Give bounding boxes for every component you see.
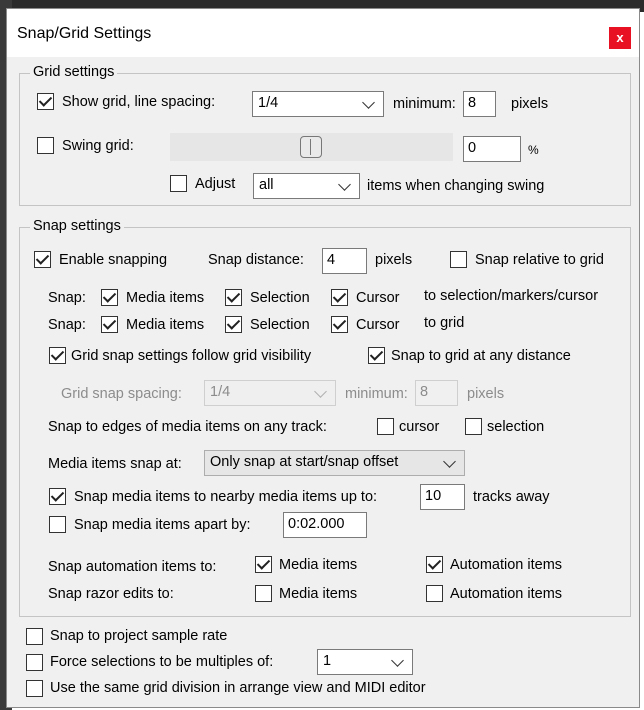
media-items-snap-at-label: Media items snap at: xyxy=(48,456,182,472)
snap-edges-selection-checkbox[interactable] xyxy=(465,418,482,435)
line-spacing-value: 1/4 xyxy=(258,95,279,111)
grid-snap-spacing-label: Grid snap spacing: xyxy=(61,386,182,402)
show-grid-checkbox[interactable] xyxy=(37,93,54,110)
snap-distance-input[interactable]: 4 xyxy=(322,248,367,274)
razor-automation-items-checkbox[interactable] xyxy=(426,585,443,602)
swing-percent-label: % xyxy=(528,143,539,157)
snap-apart-checkbox[interactable] xyxy=(49,516,66,533)
line-spacing-dropdown[interactable]: 1/4 xyxy=(252,91,384,117)
adjust-items-dropdown[interactable]: all xyxy=(253,173,360,199)
enable-snapping-checkbox[interactable] xyxy=(34,251,51,268)
swing-slider[interactable] xyxy=(170,133,453,161)
snap-sample-rate-checkbox[interactable] xyxy=(26,628,43,645)
grid-minimum-input[interactable]: 8 xyxy=(463,91,496,117)
razor-automation-items-label: Automation items xyxy=(450,586,563,602)
adjust-suffix-label: items when changing swing xyxy=(367,178,545,194)
grid-media-items-checkbox[interactable] xyxy=(101,316,118,333)
grid-cursor-label: Cursor xyxy=(356,317,400,333)
snap-relative-grid-checkbox[interactable] xyxy=(450,251,467,268)
grid-minimum-label: minimum: xyxy=(393,96,456,112)
swing-grid-checkbox[interactable] xyxy=(37,137,54,154)
snap-settings-legend: Snap settings xyxy=(30,218,124,234)
snap-automation-label: Snap automation items to: xyxy=(48,559,217,575)
follow-grid-visibility-label: Grid snap settings follow grid visibilit… xyxy=(71,348,312,364)
snap-grid-dialog: Snap/Grid Settings x Grid settings Show … xyxy=(6,8,640,708)
snap-media-items-checkbox[interactable] xyxy=(101,289,118,306)
show-grid-label: Show grid, line spacing: xyxy=(62,94,216,110)
snap-media-items-label: Media items xyxy=(126,290,205,306)
grid-snap-min-label: minimum: xyxy=(345,386,408,402)
grid-settings-legend: Grid settings xyxy=(30,64,118,80)
snap-nearby-label: Snap media items to nearby media items u… xyxy=(74,489,378,505)
snap-relative-grid-label: Snap relative to grid xyxy=(475,252,604,268)
grid-media-items-label: Media items xyxy=(126,317,205,333)
snap-sample-rate-label: Snap to project sample rate xyxy=(50,628,228,644)
snap-row-suffix: to selection/markers/cursor xyxy=(424,288,599,304)
chevron-down-icon xyxy=(314,385,327,398)
enable-snapping-label: Enable snapping xyxy=(59,252,168,268)
force-multiples-checkbox[interactable] xyxy=(26,654,43,671)
adjust-label: Adjust xyxy=(195,176,236,192)
razor-media-items-checkbox[interactable] xyxy=(255,585,272,602)
snap-nearby-checkbox[interactable] xyxy=(49,488,66,505)
snap-apart-label: Snap media items apart by: xyxy=(74,517,251,533)
snap-apart-input[interactable]: 0:02.000 xyxy=(283,512,367,538)
same-grid-division-checkbox[interactable] xyxy=(26,680,43,697)
chevron-down-icon xyxy=(391,654,404,667)
media-items-snap-at-dropdown[interactable]: Only snap at start/snap offset xyxy=(204,450,465,476)
swing-slider-thumb[interactable] xyxy=(300,136,322,158)
close-button[interactable]: x xyxy=(609,27,631,49)
same-grid-division-label: Use the same grid division in arrange vi… xyxy=(50,680,426,696)
media-items-snap-at-value: Only snap at start/snap offset xyxy=(210,454,399,470)
snap-nearby-tracks-input[interactable]: 10 xyxy=(420,484,465,510)
grid-cursor-checkbox[interactable] xyxy=(331,316,348,333)
snap-row-prefix: Snap: xyxy=(48,290,86,306)
grid-pixels-label: pixels xyxy=(511,96,549,112)
title-bar: Snap/Grid Settings x xyxy=(7,9,639,57)
automation-automation-items-label: Automation items xyxy=(450,557,563,573)
swing-value-input[interactable]: 0 xyxy=(463,136,521,162)
window-title: Snap/Grid Settings xyxy=(17,25,152,42)
razor-media-items-label: Media items xyxy=(279,586,358,602)
snap-edges-cursor-checkbox[interactable] xyxy=(377,418,394,435)
snap-row-prefix: Snap: xyxy=(48,317,86,333)
chevron-down-icon xyxy=(443,455,456,468)
adjust-checkbox[interactable] xyxy=(170,175,187,192)
tracks-away-label: tracks away xyxy=(473,489,550,505)
snap-selection-label: Selection xyxy=(250,290,310,306)
snap-razor-label: Snap razor edits to: xyxy=(48,586,174,602)
grid-snap-min-input[interactable]: 8 xyxy=(415,380,458,406)
snap-cursor-label: Cursor xyxy=(356,290,400,306)
grid-snap-pixels: pixels xyxy=(467,386,505,402)
snap-distance-pixels: pixels xyxy=(375,252,413,268)
swing-grid-label: Swing grid: xyxy=(62,138,134,154)
snap-row-suffix: to grid xyxy=(424,315,465,331)
snap-edges-label: Snap to edges of media items on any trac… xyxy=(48,419,327,435)
any-distance-label: Snap to grid at any distance xyxy=(391,348,571,364)
automation-automation-items-checkbox[interactable] xyxy=(426,556,443,573)
snap-edges-cursor-label: cursor xyxy=(399,419,440,435)
grid-selection-label: Selection xyxy=(250,317,310,333)
adjust-items-value: all xyxy=(259,177,274,193)
force-multiples-label: Force selections to be multiples of: xyxy=(50,654,274,670)
snap-selection-checkbox[interactable] xyxy=(225,289,242,306)
snap-cursor-checkbox[interactable] xyxy=(331,289,348,306)
snap-edges-selection-label: selection xyxy=(487,419,545,435)
grid-snap-spacing-dropdown[interactable]: 1/4 xyxy=(204,380,336,406)
grid-snap-spacing-value: 1/4 xyxy=(210,384,231,400)
any-distance-checkbox[interactable] xyxy=(368,347,385,364)
follow-grid-visibility-checkbox[interactable] xyxy=(49,347,66,364)
force-multiples-value: 1 xyxy=(323,653,332,669)
chevron-down-icon xyxy=(362,96,375,109)
automation-media-items-checkbox[interactable] xyxy=(255,556,272,573)
snap-distance-label: Snap distance: xyxy=(208,252,304,268)
force-multiples-dropdown[interactable]: 1 xyxy=(317,649,413,675)
grid-selection-checkbox[interactable] xyxy=(225,316,242,333)
automation-media-items-label: Media items xyxy=(279,557,358,573)
chevron-down-icon xyxy=(338,178,351,191)
